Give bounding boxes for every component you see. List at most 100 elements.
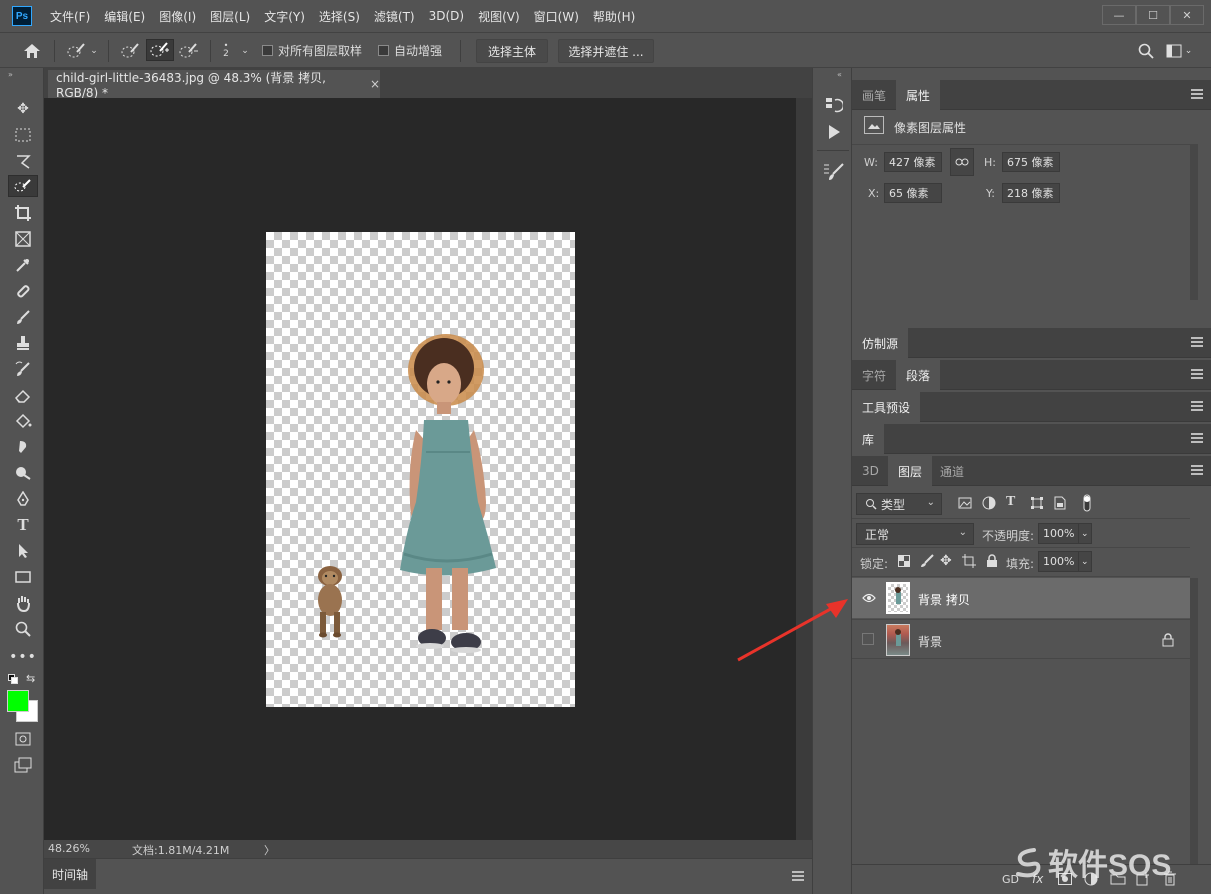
type-tool-icon[interactable]: T <box>8 514 38 536</box>
menu-layer[interactable]: 图层(L) <box>210 8 250 25</box>
path-selection-tool-icon[interactable] <box>8 540 38 562</box>
link-icon[interactable] <box>950 148 974 176</box>
sample-all-layers-checkbox[interactable]: 对所有图层取样 <box>262 42 362 59</box>
layer-name[interactable]: 背景 拷贝 <box>918 591 970 608</box>
hand-tool-icon[interactable] <box>8 592 38 614</box>
history-icon[interactable] <box>825 96 845 117</box>
menu-select[interactable]: 选择(S) <box>319 8 360 25</box>
dodge-tool-icon[interactable] <box>8 462 38 484</box>
eraser-tool-icon[interactable] <box>8 384 38 406</box>
filter-smart-object-icon[interactable] <box>1054 496 1066 513</box>
lock-artboard-icon[interactable] <box>962 554 976 571</box>
subtract-from-selection-icon[interactable] <box>176 40 202 62</box>
select-and-mask-button[interactable]: 选择并遮住 ... <box>558 39 654 63</box>
tab-character[interactable]: 字符 <box>852 360 896 390</box>
play-actions-icon[interactable] <box>827 124 841 143</box>
workspace-switcher-icon[interactable]: ⌄ <box>1164 40 1194 62</box>
default-colors-icon[interactable] <box>8 674 18 684</box>
minimize-button[interactable]: — <box>1102 5 1136 25</box>
panel-menu-icon[interactable] <box>792 871 804 881</box>
document-tab[interactable]: child-girl-little-36483.jpg @ 48.3% (背景 … <box>48 70 380 100</box>
filter-type-icon[interactable]: T <box>1006 494 1015 510</box>
tab-3d[interactable]: 3D <box>852 456 889 486</box>
opacity-field[interactable]: 100% <box>1038 523 1080 544</box>
panel-menu-icon[interactable] <box>1191 465 1203 475</box>
menu-window[interactable]: 窗口(W) <box>534 8 579 25</box>
properties-scrollbar[interactable] <box>1190 144 1198 300</box>
tab-tool-presets[interactable]: 工具预设 <box>852 392 921 422</box>
width-field[interactable]: 427 像素 <box>884 152 942 172</box>
layer-row[interactable]: 背景 <box>852 619 1190 659</box>
foreground-color-swatch[interactable] <box>7 690 29 712</box>
lock-pixels-icon[interactable] <box>920 554 934 571</box>
opacity-chevron-icon[interactable]: ⌄ <box>1078 523 1092 544</box>
timeline-tab[interactable]: 时间轴 <box>44 859 96 889</box>
menu-file[interactable]: 文件(F) <box>50 8 90 25</box>
tab-clone-source[interactable]: 仿制源 <box>852 328 909 358</box>
lasso-tool-icon[interactable] <box>8 150 38 172</box>
add-to-selection-icon[interactable] <box>146 39 174 61</box>
tab-layers[interactable]: 图层 <box>888 456 933 486</box>
eye-visible-icon[interactable] <box>862 592 876 606</box>
zoom-level[interactable]: 48.26% <box>48 842 90 855</box>
history-brush-tool-icon[interactable] <box>8 358 38 380</box>
menu-type[interactable]: 文字(Y) <box>264 8 305 25</box>
swap-colors-icon[interactable]: ⇆ <box>26 672 35 685</box>
layers-scrollbar[interactable] <box>1190 578 1198 864</box>
tab-properties[interactable]: 属性 <box>896 80 941 110</box>
paint-bucket-tool-icon[interactable] <box>8 410 38 432</box>
menu-3d[interactable]: 3D(D) <box>429 9 464 23</box>
zoom-tool-icon[interactable] <box>8 618 38 640</box>
filter-adjustment-icon[interactable] <box>982 496 996 513</box>
lock-position-icon[interactable]: ✥ <box>940 553 952 569</box>
lock-all-icon[interactable] <box>986 554 998 571</box>
x-field[interactable]: 65 像素 <box>884 183 942 203</box>
collapse-toolbar-icon[interactable]: » <box>8 70 13 79</box>
layer-row[interactable]: 背景 拷贝 <box>852 578 1190 618</box>
panel-menu-icon[interactable] <box>1191 337 1203 347</box>
tab-channels[interactable]: 通道 <box>930 456 974 486</box>
filter-shape-icon[interactable] <box>1030 496 1044 513</box>
crop-tool-icon[interactable] <box>8 202 38 224</box>
chevron-down-icon[interactable]: ⌄ <box>238 40 252 62</box>
select-subject-button[interactable]: 选择主体 <box>476 39 548 63</box>
more-tools-icon[interactable]: ••• <box>8 646 38 668</box>
menu-help[interactable]: 帮助(H) <box>593 8 635 25</box>
tab-brush[interactable]: 画笔 <box>852 80 896 110</box>
smudge-tool-icon[interactable] <box>8 436 38 458</box>
screen-mode-icon[interactable] <box>8 754 38 776</box>
layer-thumbnail[interactable] <box>886 582 910 614</box>
auto-enhance-checkbox[interactable]: 自动增强 <box>378 42 442 59</box>
rectangle-tool-icon[interactable] <box>8 566 38 588</box>
menu-filter[interactable]: 滤镜(T) <box>374 8 415 25</box>
fill-chevron-icon[interactable]: ⌄ <box>1078 551 1092 572</box>
frame-tool-icon[interactable] <box>8 228 38 250</box>
status-menu-arrow[interactable]: 〉 <box>264 842 275 858</box>
height-field[interactable]: 675 像素 <box>1002 152 1060 172</box>
canvas-area[interactable] <box>44 98 796 840</box>
quick-mask-icon[interactable] <box>8 728 38 750</box>
brush-tool-icon[interactable] <box>8 306 38 328</box>
search-icon[interactable] <box>1136 40 1156 62</box>
filter-pixel-icon[interactable] <box>958 497 972 512</box>
home-icon[interactable] <box>18 40 46 62</box>
brush-size-picker[interactable]: • 2 <box>216 39 236 61</box>
eyedropper-tool-icon[interactable] <box>8 254 38 276</box>
close-tab-icon[interactable]: × <box>370 77 380 91</box>
maximize-button[interactable]: ☐ <box>1136 5 1170 25</box>
fill-field[interactable]: 100% <box>1038 551 1080 572</box>
collapse-icon[interactable]: « <box>837 70 842 79</box>
menu-image[interactable]: 图像(I) <box>159 8 196 25</box>
layer-filter-dropdown[interactable]: 类型 ⌄ <box>856 493 942 515</box>
document-canvas[interactable] <box>266 232 575 707</box>
close-window-button[interactable]: ✕ <box>1170 5 1204 25</box>
new-selection-icon[interactable] <box>118 40 144 62</box>
panel-menu-icon[interactable] <box>1191 401 1203 411</box>
checkbox-icon[interactable] <box>262 45 273 56</box>
filter-toggle-icon[interactable] <box>1082 494 1092 515</box>
lock-transparent-icon[interactable] <box>898 555 910 570</box>
tab-library[interactable]: 库 <box>852 424 885 454</box>
vertical-scrollbar[interactable] <box>796 98 812 840</box>
clone-stamp-tool-icon[interactable] <box>8 332 38 354</box>
move-tool-icon[interactable]: ✥ <box>8 98 38 120</box>
